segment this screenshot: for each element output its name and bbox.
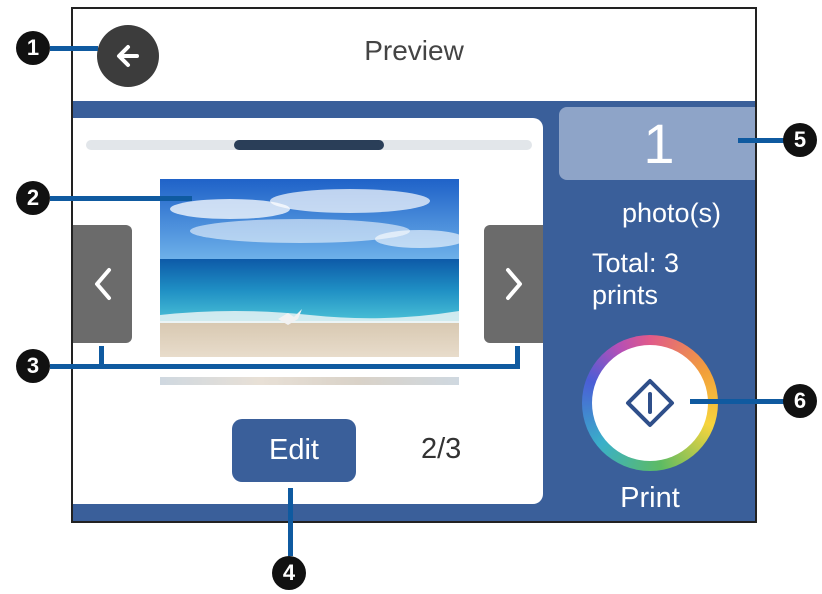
edit-button[interactable]: Edit (232, 419, 356, 482)
callout-line-3 (50, 364, 520, 369)
next-photo-edge (160, 377, 459, 385)
callout-3: 3 (16, 349, 50, 383)
chevron-right-icon (505, 268, 522, 300)
page-counter: 2/3 (421, 433, 462, 465)
previous-photo-button[interactable] (73, 225, 132, 343)
top-bar: Preview (73, 9, 755, 101)
callout-2: 2 (16, 181, 50, 215)
callout-1: 1 (16, 31, 50, 65)
page-title: Preview (364, 35, 464, 66)
callout-line-6 (690, 399, 786, 404)
scroll-thumb (234, 140, 384, 150)
callout-5: 5 (783, 123, 817, 157)
callout-line-3-left-tick (99, 346, 104, 366)
copies-unit-label: photo(s) (622, 198, 722, 228)
callout-6: 6 (783, 384, 817, 418)
beach-photo (160, 179, 459, 357)
print-label: Print (620, 482, 680, 514)
callout-line-2 (50, 196, 192, 201)
printer-lcd-screen: Preview Edit 2/3 1 photo(s) Total: 3 pri… (71, 7, 757, 523)
total-line-1: Total: 3 (592, 248, 680, 278)
total-line-2: prints (592, 280, 659, 310)
scroll-indicator (86, 140, 532, 150)
preview-body: Edit 2/3 1 photo(s) Total: 3 prints Prin… (73, 101, 755, 521)
copies-input[interactable]: 1 (559, 107, 755, 180)
total-prints-label: Total: 3 prints (592, 247, 752, 311)
preview-card: Edit 2/3 (73, 118, 543, 504)
bottom-strip (73, 517, 755, 521)
callout-4: 4 (272, 556, 306, 590)
start-diamond-icon (626, 379, 674, 427)
photo-preview[interactable] (160, 179, 459, 357)
callout-line-4 (288, 488, 293, 556)
next-photo-button[interactable] (484, 225, 543, 343)
chevron-left-icon (94, 268, 111, 300)
callout-line-5 (738, 138, 786, 143)
callout-line-3-right-tick (515, 346, 520, 366)
callout-line-1 (50, 46, 98, 51)
